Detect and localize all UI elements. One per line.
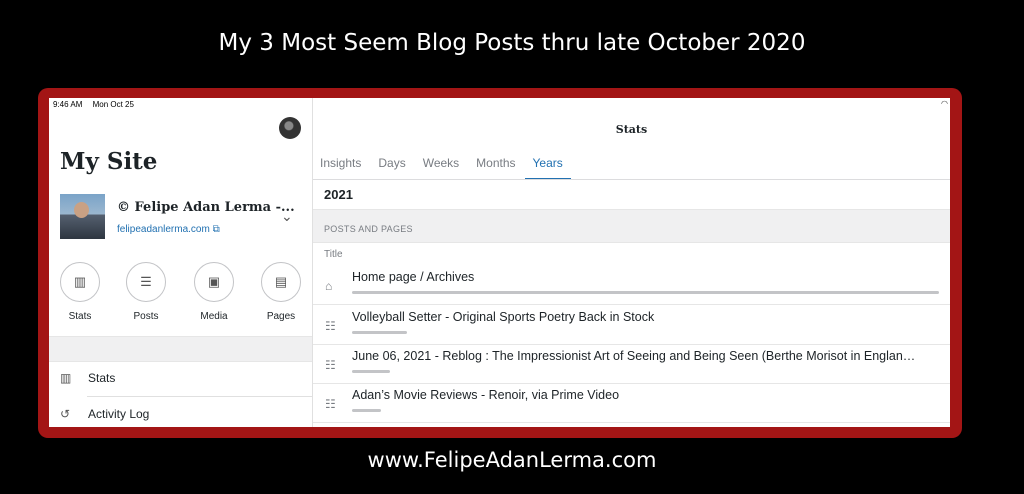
tab-years[interactable]: Years [524,156,571,180]
image-icon: ▣ [194,262,234,302]
site-url-link[interactable]: felipeadanlerma.com ⧉ [117,224,220,235]
views-bar [352,291,939,294]
caption-url: www.FelipeAdanLerma.com [367,448,657,472]
post-title: Volleyball Setter - Original Sports Poet… [352,310,655,324]
menu-divider [87,396,312,397]
bar-chart-icon: ▥ [60,262,100,302]
post-title: June 06, 2021 - Reblog : The Impressioni… [352,349,916,363]
page-title: Stats [615,123,648,136]
home-icon: ⌂ [325,279,333,293]
section-header-label: POSTS AND PAGES [324,224,413,234]
tab-insights[interactable]: Insights [320,156,368,178]
section-divider [49,336,312,362]
post-title: Home page / Archives [352,270,475,284]
quick-action-media[interactable]: ▣ Media [189,262,239,322]
app-screen: 9:46 AM Mon Oct 25 ◠ My Site © Felipe Ad… [49,98,950,427]
divider [313,179,950,180]
quick-action-label: Media [200,311,228,322]
views-bar [352,370,390,373]
tab-months[interactable]: Months [476,156,522,178]
list-item[interactable]: ☷ Volleyball Setter - Original Sports Po… [313,305,950,345]
list-item[interactable]: ☷ June 06, 2021 - Reblog : The Impressio… [313,344,950,384]
post-icon: ☷ [325,397,336,411]
site-name[interactable]: © Felipe Adan Lerma -... [117,200,295,215]
period-label: 2021 [324,187,353,202]
history-icon: ↺ [60,407,71,421]
caption-title: My 3 Most Seem Blog Posts thru late Octo… [218,30,806,56]
bar-chart-icon: ▥ [60,371,72,385]
sidebar-title: My Site [60,148,158,175]
menu-item-label: Activity Log [88,407,150,421]
pages-icon: ▤ [261,262,301,302]
site-icon[interactable] [60,194,105,239]
quick-action-label: Posts [133,311,159,322]
quick-action-pages[interactable]: ▤ Pages [256,262,306,322]
column-header-title: Title [324,249,343,260]
post-icon: ☷ [325,319,336,333]
quick-action-stats[interactable]: ▥ Stats [55,262,105,322]
posts-icon: ☰ [126,262,166,302]
external-link-icon: ⧉ [212,224,220,235]
sidebar: My Site © Felipe Adan Lerma -... felipea… [49,98,313,427]
period-tabs: Insights Days Weeks Months Years [320,156,581,180]
post-icon: ☷ [325,358,336,372]
tab-days[interactable]: Days [378,156,412,178]
quick-action-posts[interactable]: ☰ Posts [121,262,171,322]
tab-weeks[interactable]: Weeks [423,156,466,178]
quick-action-label: Pages [266,311,296,322]
views-bar [352,331,407,334]
list-item[interactable]: ☷ Adan’s Movie Reviews - Renoir, via Pri… [313,383,950,423]
site-url-text: felipeadanlerma.com [117,224,210,235]
chevron-down-icon[interactable]: ⌄ [281,208,293,225]
stats-panel: Stats Insights Days Weeks Months Years 2… [313,98,950,427]
menu-item-activity-log[interactable]: ↺ Activity Log [60,407,149,421]
section-header: POSTS AND PAGES [313,209,950,243]
views-bar [352,409,381,412]
post-title: Adan’s Movie Reviews - Renoir, via Prime… [352,388,620,402]
quick-action-label: Stats [68,311,92,322]
avatar[interactable] [279,117,301,139]
menu-item-stats[interactable]: ▥ Stats [60,371,115,385]
list-item[interactable]: ⌂ Home page / Archives [313,265,950,305]
menu-item-label: Stats [88,371,116,385]
